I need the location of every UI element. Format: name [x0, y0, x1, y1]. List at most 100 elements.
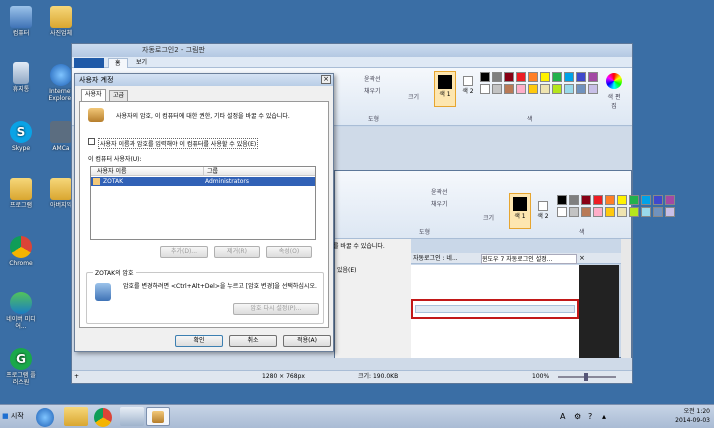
color-swatch[interactable]	[641, 195, 651, 205]
language-indicator[interactable]: A	[560, 412, 565, 421]
color-swatch[interactable]	[528, 72, 538, 82]
table-row[interactable]: ZOTAK Administrators	[91, 177, 315, 186]
color-swatch[interactable]	[593, 195, 603, 205]
color-swatch[interactable]	[581, 207, 591, 217]
color-swatch[interactable]	[605, 207, 615, 217]
fill-button-2[interactable]: 채우기	[431, 199, 448, 208]
start-button[interactable]: ■ 시작	[2, 408, 30, 425]
desktop-icon-naver-media[interactable]: 네이버 미디어...	[4, 292, 38, 330]
close-icon[interactable]: ×	[321, 75, 331, 84]
desktop-icon-folder[interactable]: 사진업체	[44, 6, 78, 37]
system-clock[interactable]: 오전 1:20 2014-09-03	[675, 407, 710, 425]
cancel-button[interactable]: 취소	[229, 335, 277, 347]
color-swatch[interactable]	[593, 207, 603, 217]
zoom-slider-thumb[interactable]	[584, 373, 588, 381]
users-icon	[88, 108, 104, 122]
color-swatch[interactable]	[557, 207, 567, 217]
color-swatch[interactable]	[665, 207, 675, 217]
desktop-icon-computer[interactable]: 컴퓨터	[4, 6, 38, 37]
color-swatch[interactable]	[569, 207, 579, 217]
ribbon-2: 윤곽선 채우기 도형 크기 색 1 색 2 색	[335, 171, 675, 239]
properties-button[interactable]: 속성(O)	[266, 246, 312, 258]
size-button[interactable]: 크기	[408, 92, 419, 101]
desktop-icon-label: 프로그램 플러스원	[6, 372, 36, 386]
color-swatch[interactable]	[605, 195, 615, 205]
taskbar-paint-icon[interactable]	[120, 407, 144, 426]
color2-label: 색 2	[462, 88, 474, 95]
color-swatch[interactable]	[480, 72, 490, 82]
color-swatch[interactable]	[665, 195, 675, 205]
size-button-2[interactable]: 크기	[483, 213, 494, 222]
color-swatch[interactable]	[504, 72, 514, 82]
color-swatch[interactable]	[492, 84, 502, 94]
color-swatch[interactable]	[617, 207, 627, 217]
color-swatch[interactable]	[581, 195, 591, 205]
help-icon[interactable]: ?	[588, 412, 592, 421]
apply-button[interactable]: 적용(A)	[283, 335, 331, 347]
color-swatch[interactable]	[504, 84, 514, 94]
desktop-icon-programs[interactable]: 프로그램	[4, 178, 38, 209]
color-swatch[interactable]	[552, 72, 562, 82]
desktop-icon-skype[interactable]: S Skype	[4, 121, 38, 152]
taskbar-ie-icon[interactable]	[36, 408, 54, 427]
color-swatch[interactable]	[540, 72, 550, 82]
color-swatch[interactable]	[492, 72, 502, 82]
tab-advanced[interactable]: 고급	[109, 90, 129, 101]
paint-title-bar: 자동로그인2 - 그림판	[72, 44, 632, 57]
tab-users[interactable]: 사용자	[81, 89, 106, 101]
color-swatch[interactable]	[653, 195, 663, 205]
outline-button-2[interactable]: 윤곽선	[431, 187, 448, 196]
color-swatch[interactable]	[629, 207, 639, 217]
reset-password-button[interactable]: 암호 다시 설정(P)...	[233, 303, 319, 315]
color-swatch[interactable]	[653, 207, 663, 217]
color2-button[interactable]: 색 2	[460, 76, 476, 95]
color-swatch[interactable]	[564, 72, 574, 82]
color-swatch[interactable]	[617, 195, 627, 205]
color-swatch[interactable]	[516, 72, 526, 82]
color-swatch[interactable]	[588, 72, 598, 82]
desktop-icon-program-plus[interactable]: G 프로그램 플러스원	[4, 348, 38, 386]
require-password-label[interactable]: 사용자 이름과 암호를 입력해야 이 컴퓨터를 사용할 수 있음(E)	[98, 138, 259, 149]
tray-icons[interactable]: ▴	[602, 412, 606, 421]
outline-button[interactable]: 윤곽선	[364, 74, 381, 83]
taskbar-user-accounts-icon[interactable]	[146, 407, 170, 426]
column-group[interactable]: 그룹	[203, 167, 218, 176]
browser-tab-1[interactable]: 자동로그인 : 네...	[413, 254, 477, 264]
color-swatch[interactable]	[576, 72, 586, 82]
color-swatch[interactable]	[557, 195, 567, 205]
color-swatch[interactable]	[576, 84, 586, 94]
color-swatch[interactable]	[629, 195, 639, 205]
color1-label: 색 1	[439, 91, 451, 98]
taskbar-explorer-icon[interactable]	[64, 407, 88, 426]
browser-tab-2[interactable]: 윈도우 7 자동로그인 설정...	[481, 254, 577, 264]
color-swatch[interactable]	[552, 84, 562, 94]
color-swatch[interactable]	[480, 84, 490, 94]
vertical-scrollbar[interactable]	[621, 239, 631, 358]
color-swatch[interactable]	[516, 84, 526, 94]
fill-button[interactable]: 채우기	[364, 86, 381, 95]
color-swatch[interactable]	[528, 84, 538, 94]
desktop-icon-recycle-bin[interactable]: 휴지통	[4, 62, 38, 93]
file-menu-button[interactable]	[74, 58, 104, 68]
taskbar-chrome-icon[interactable]	[94, 408, 112, 427]
edit-colors-icon[interactable]	[606, 73, 622, 89]
color1-button[interactable]: 색 1	[434, 71, 456, 107]
color-swatch[interactable]	[588, 84, 598, 94]
color-swatch[interactable]	[540, 84, 550, 94]
color-swatch[interactable]	[564, 84, 574, 94]
settings-icon[interactable]: ⚙	[574, 412, 581, 421]
add-user-button[interactable]: 추가(D)...	[160, 246, 208, 258]
color2-button-2[interactable]: 색 2	[535, 201, 551, 220]
tab-view[interactable]: 보기	[130, 58, 153, 68]
shapes-group-label-2: 도형	[419, 229, 431, 236]
remove-user-button[interactable]: 제거(R)	[214, 246, 260, 258]
ok-button[interactable]: 확인	[175, 335, 223, 347]
column-user-name[interactable]: 사용자 이름	[97, 167, 127, 176]
users-list[interactable]: 사용자 이름 그룹 ZOTAK Administrators	[90, 166, 316, 240]
color-swatch[interactable]	[569, 195, 579, 205]
desktop-icon-chrome[interactable]: Chrome	[4, 236, 38, 267]
close-icon[interactable]: ×	[579, 254, 585, 262]
require-password-checkbox[interactable]	[88, 138, 95, 145]
color-swatch[interactable]	[641, 207, 651, 217]
color1-button-2[interactable]: 색 1	[509, 193, 531, 229]
